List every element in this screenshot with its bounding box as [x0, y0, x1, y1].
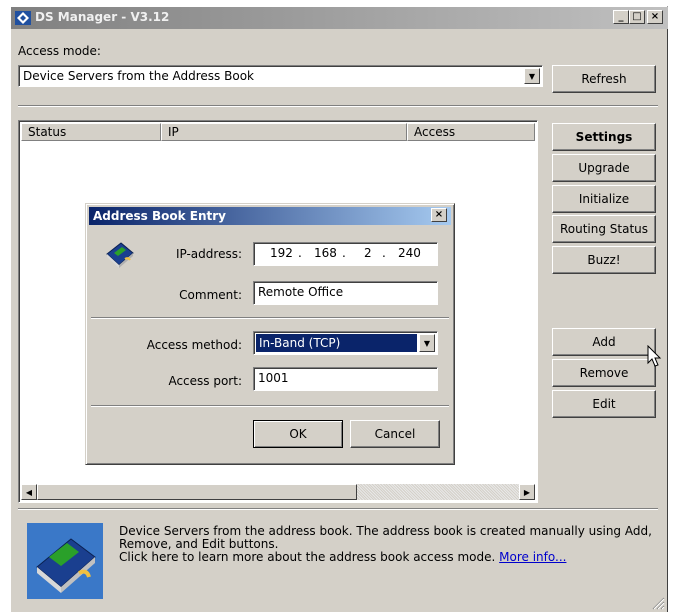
maximize-icon: □	[632, 11, 642, 22]
column-header-ip[interactable]: IP	[161, 123, 407, 141]
remove-button[interactable]: Remove	[552, 359, 656, 387]
access-mode-value: Device Servers from the Address Book	[23, 69, 254, 83]
mouse-cursor-icon	[647, 345, 662, 367]
title-bar[interactable]: DS Manager - V3.12 _ □ ×	[11, 7, 668, 29]
address-book-entry-dialog: Address Book Entry × IP-address: 192 . 1…	[85, 203, 455, 465]
chevron-right-icon[interactable]: ▶	[519, 484, 535, 500]
ip-octet-4[interactable]: 240	[398, 246, 421, 260]
ip-dot: .	[342, 246, 346, 260]
access-mode-select[interactable]: Device Servers from the Address Book ▼	[18, 65, 543, 87]
access-method-highlight: In-Band (TCP)	[256, 334, 417, 352]
access-port-value: 1001	[258, 371, 289, 385]
info-line-3-text: Click here to learn more about the addre…	[119, 550, 496, 564]
ip-dot: .	[382, 246, 386, 260]
column-header-status[interactable]: Status	[21, 123, 161, 141]
more-info-link[interactable]: More info...	[499, 550, 566, 564]
horizontal-scrollbar[interactable]: ◀ ▶	[21, 484, 535, 500]
separator-bottom	[18, 508, 658, 510]
dialog-title: Address Book Entry	[93, 209, 226, 223]
access-port-label: Access port:	[168, 374, 242, 388]
access-method-value: In-Band (TCP)	[259, 336, 341, 350]
book-icon	[106, 242, 134, 268]
add-button[interactable]: Add	[552, 328, 656, 356]
info-line-3: Click here to learn more about the addre…	[119, 551, 659, 564]
minimize-button[interactable]: _	[613, 10, 629, 24]
comment-label: Comment:	[179, 288, 242, 302]
minimize-icon: _	[618, 11, 624, 22]
access-method-select[interactable]: In-Band (TCP) ▼	[253, 331, 438, 355]
dialog-title-bar[interactable]: Address Book Entry ×	[89, 207, 451, 225]
ip-address-field[interactable]: 192 . 168 . 2 . 240	[253, 242, 438, 266]
address-book-icon	[27, 523, 103, 599]
separator	[18, 105, 658, 107]
dialog-separator-2	[91, 405, 449, 407]
edit-button[interactable]: Edit	[552, 390, 656, 418]
column-header-access[interactable]: Access	[407, 123, 535, 141]
info-text: Device Servers from the address book. Th…	[119, 525, 659, 564]
chevron-down-icon[interactable]: ▼	[524, 68, 540, 84]
ip-octet-1[interactable]: 192	[270, 246, 293, 260]
chevron-down-icon[interactable]: ▼	[419, 334, 435, 352]
ip-octet-2[interactable]: 168	[314, 246, 337, 260]
dialog-close-button[interactable]: ×	[431, 208, 447, 222]
ip-address-label: IP-address:	[175, 247, 242, 261]
upgrade-button[interactable]: Upgrade	[552, 154, 656, 182]
access-mode-label: Access mode:	[18, 44, 101, 58]
initialize-button[interactable]: Initialize	[552, 185, 656, 213]
cancel-button[interactable]: Cancel	[350, 420, 440, 448]
ip-dot: .	[298, 246, 302, 260]
refresh-button[interactable]: Refresh	[552, 65, 656, 93]
buzz-button[interactable]: Buzz!	[552, 246, 656, 274]
close-icon: ×	[434, 209, 444, 220]
comment-value: Remote Office	[258, 285, 344, 299]
resize-grip-icon[interactable]	[651, 596, 665, 610]
routing-status-button[interactable]: Routing Status	[552, 215, 656, 243]
chevron-left-icon[interactable]: ◀	[21, 484, 37, 500]
close-icon: ×	[650, 11, 660, 22]
access-port-field[interactable]: 1001	[253, 367, 438, 391]
dialog-separator	[91, 317, 449, 319]
ip-octet-3[interactable]: 2	[364, 246, 372, 260]
access-method-label: Access method:	[146, 338, 242, 352]
maximize-button[interactable]: □	[629, 10, 645, 24]
close-button[interactable]: ×	[647, 10, 663, 24]
scroll-thumb[interactable]	[37, 484, 357, 500]
app-icon	[15, 11, 31, 25]
comment-field[interactable]: Remote Office	[253, 281, 438, 305]
settings-button[interactable]: Settings	[552, 123, 656, 151]
window-title: DS Manager - V3.12	[35, 10, 170, 24]
ok-button[interactable]: OK	[253, 420, 343, 448]
